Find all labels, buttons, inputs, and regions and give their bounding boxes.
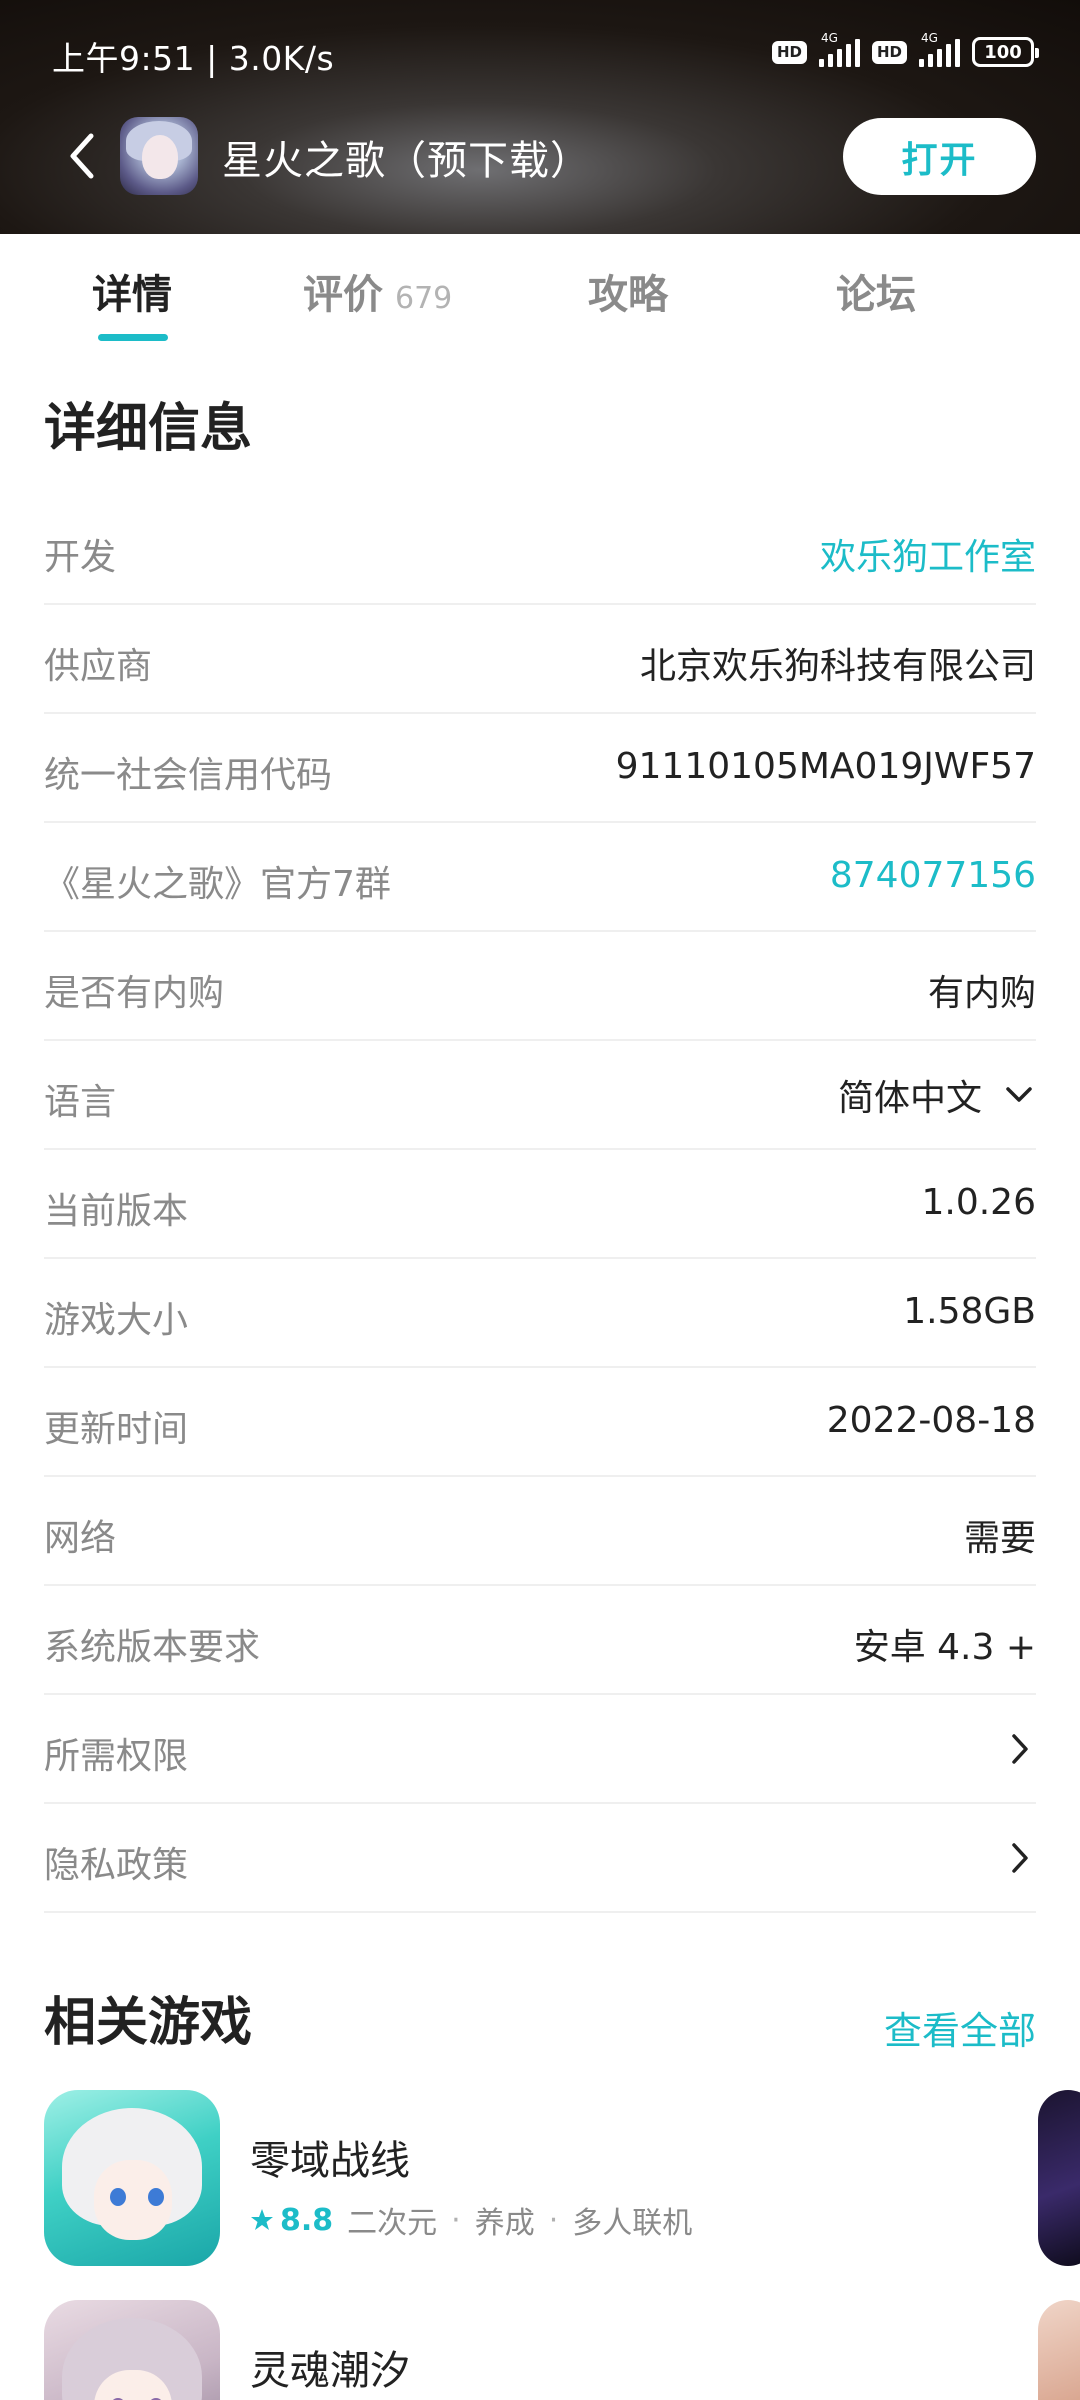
chevron-right-icon	[1002, 1840, 1036, 1876]
battery-level: 100	[984, 41, 1022, 63]
detail-row-official-group: 《星火之歌》官方7群 874077156	[44, 823, 1036, 932]
detail-label: 网络	[44, 1518, 117, 1559]
detail-row-system-requirement: 系统版本要求 安卓 4.3 +	[44, 1586, 1036, 1695]
related-title: 相关游戏	[44, 1993, 253, 2053]
detail-value: 安卓 4.3 +	[853, 1627, 1036, 1668]
game-tag: 养成	[474, 2206, 535, 2241]
app-title: 星火之歌（预下载）	[222, 138, 591, 184]
detail-label: 系统版本要求	[44, 1627, 261, 1668]
group-number-link[interactable]: 874077156	[830, 855, 1036, 896]
tab-forum[interactable]: 论坛	[836, 262, 916, 320]
hd-badge-1: HD	[771, 40, 807, 64]
detail-value: 有内购	[927, 973, 1036, 1014]
game-tag: 二次元	[347, 2206, 438, 2241]
tab-reviews[interactable]: 评价 679	[303, 262, 452, 320]
related-game-item[interactable]: 灵魂潮汐	[44, 2300, 1080, 2400]
detail-label: 所需权限	[44, 1736, 189, 1777]
detail-label: 是否有内购	[44, 973, 225, 1014]
detail-label: 供应商	[44, 646, 153, 687]
detail-value: 91110105MA019JWF57	[615, 746, 1036, 787]
detail-row-language[interactable]: 语言 简体中文	[44, 1041, 1036, 1150]
tab-details-label: 详情	[92, 272, 172, 318]
developer-link[interactable]: 欢乐狗工作室	[820, 528, 1036, 580]
detail-value: 北京欢乐狗科技有限公司	[639, 646, 1036, 687]
detail-value: 1.0.26	[921, 1182, 1036, 1223]
detail-row-in-app-purchase: 是否有内购 有内购	[44, 932, 1036, 1041]
detail-row-version: 当前版本 1.0.26	[44, 1150, 1036, 1259]
game-name: 零域战线	[250, 2138, 410, 2184]
app-icon	[120, 117, 198, 195]
details-list: 开发 欢乐狗工作室 供应商 北京欢乐狗科技有限公司 统一社会信用代码 91110…	[44, 496, 1036, 1913]
tab-guides-label: 攻略	[588, 272, 668, 318]
open-button[interactable]: 打开	[843, 118, 1036, 195]
detail-label: 语言	[44, 1082, 117, 1123]
network-type-2: 4G	[921, 31, 938, 45]
detail-label: 统一社会信用代码	[44, 755, 333, 796]
view-all-link[interactable]: 查看全部	[884, 2000, 1036, 2055]
signal-icon-1: 4G	[818, 31, 860, 67]
next-game-card-peek[interactable]	[1038, 2300, 1080, 2400]
game-rating: 8.8	[250, 2203, 333, 2238]
chevron-right-icon	[1002, 1731, 1036, 1767]
details-title: 详细信息	[44, 399, 253, 459]
detail-label: 《星火之歌》官方7群	[44, 864, 391, 905]
signal-icon-2: 4G	[919, 31, 960, 67]
detail-label: 游戏大小	[44, 1300, 189, 1341]
game-meta: 8.8 二次元 · 养成 · 多人联机	[250, 2198, 692, 2242]
detail-row-supplier: 供应商 北京欢乐狗科技有限公司	[44, 605, 1036, 714]
detail-row-privacy-policy[interactable]: 隐私政策	[44, 1804, 1036, 1913]
active-tab-indicator	[98, 334, 168, 341]
nav-row: 星火之歌（预下载） 打开	[0, 110, 1080, 202]
back-arrow-icon[interactable]	[58, 132, 106, 180]
game-icon	[44, 2090, 220, 2266]
tab-reviews-label: 评价	[303, 272, 383, 318]
detail-value: 需要	[963, 1518, 1036, 1559]
detail-label: 当前版本	[44, 1191, 189, 1232]
tab-forum-label: 论坛	[836, 272, 916, 318]
network-type-1: 4G	[820, 31, 838, 45]
game-icon	[44, 2300, 220, 2400]
tab-bar: 详情 评价 679 攻略 论坛	[0, 234, 1080, 354]
detail-row-network: 网络 需要	[44, 1477, 1036, 1586]
status-bar: 上午9:51 | 3.0K/s HD 4G HD 4G 100	[0, 0, 1080, 104]
related-header: 相关游戏 查看全部	[44, 1980, 1036, 2060]
detail-label: 开发	[44, 537, 117, 578]
detail-label: 更新时间	[44, 1409, 189, 1450]
status-icons: HD 4G HD 4G 100	[771, 31, 1039, 70]
next-game-card-peek[interactable]	[1038, 2090, 1080, 2266]
language-dropdown[interactable]: 简体中文	[838, 1069, 1036, 1121]
star-icon	[251, 2209, 273, 2230]
hd-badge-2: HD	[871, 40, 907, 64]
status-time: 上午9:51 | 3.0K/s	[52, 39, 335, 78]
detail-row-size: 游戏大小 1.58GB	[44, 1259, 1036, 1368]
review-count: 679	[395, 281, 453, 316]
tab-details[interactable]: 详情	[92, 262, 172, 320]
detail-label: 隐私政策	[44, 1845, 189, 1886]
game-tag: 多人联机	[572, 2206, 693, 2241]
app-header: 上午9:51 | 3.0K/s HD 4G HD 4G 100 星火之歌（预下载…	[0, 0, 1080, 234]
detail-value: 1.58GB	[903, 1291, 1036, 1332]
battery-icon: 100	[972, 37, 1039, 67]
detail-row-update-time: 更新时间 2022-08-18	[44, 1368, 1036, 1477]
game-name: 灵魂潮汐	[250, 2348, 410, 2394]
related-game-item[interactable]: 零域战线 8.8 二次元 · 养成 · 多人联机	[44, 2090, 1080, 2266]
rating-value: 8.8	[280, 2202, 334, 2238]
chevron-down-icon	[1002, 1078, 1036, 1112]
tab-guides[interactable]: 攻略	[588, 262, 668, 320]
language-value: 简体中文	[837, 1078, 982, 1119]
detail-row-credit-code: 统一社会信用代码 91110105MA019JWF57	[44, 714, 1036, 823]
detail-row-developer: 开发 欢乐狗工作室	[44, 496, 1036, 605]
detail-row-permissions[interactable]: 所需权限	[44, 1695, 1036, 1804]
detail-value: 2022-08-18	[826, 1400, 1036, 1441]
